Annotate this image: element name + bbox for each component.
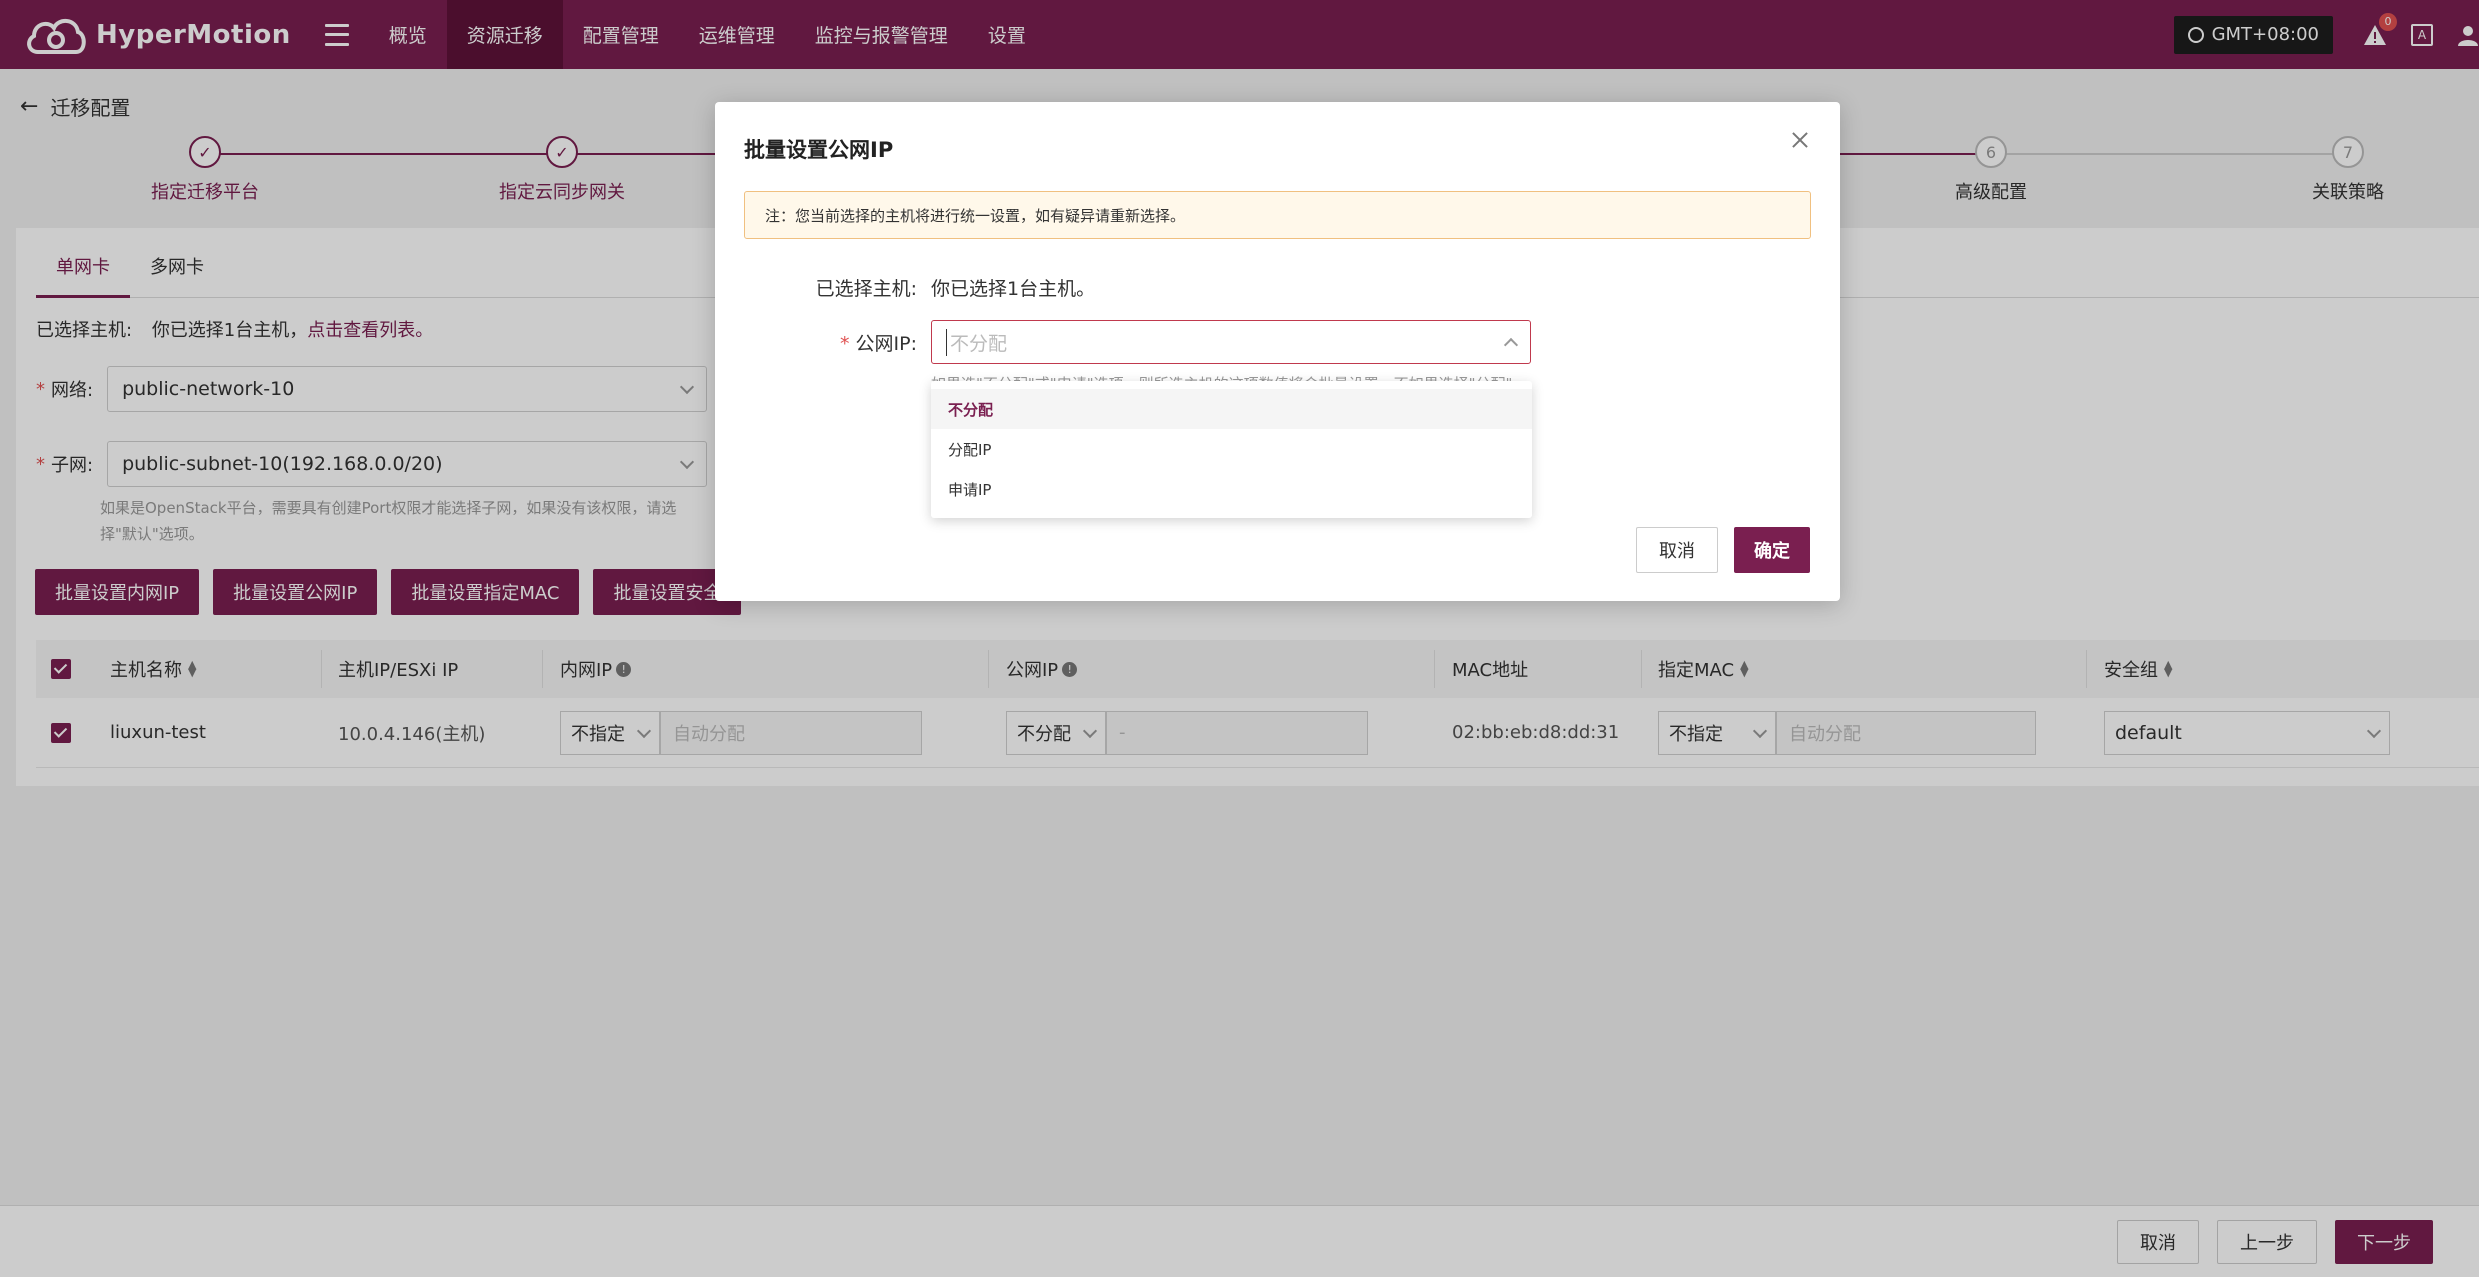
option-no-assign[interactable]: 不分配 (931, 389, 1532, 429)
public-ip-placeholder: 不分配 (946, 328, 1007, 356)
notice-banner: 注：您当前选择的主机将进行统一设置，如有疑异请重新选择。 (744, 191, 1811, 239)
dialog-cancel-button[interactable]: 取消 (1636, 527, 1718, 573)
public-ip-select[interactable]: 不分配 (931, 320, 1531, 364)
chevron-up-icon (1503, 337, 1519, 353)
dialog-confirm-button[interactable]: 确定 (1734, 527, 1810, 573)
dialog-selected-hosts-value: 你已选择1台主机。 (931, 278, 1096, 300)
public-ip-dropdown: 不分配 分配IP 申请IP (931, 381, 1532, 518)
dialog-actions: 取消 确定 (1636, 527, 1810, 573)
option-assign-ip[interactable]: 分配IP (931, 429, 1532, 469)
option-apply-ip[interactable]: 申请IP (931, 469, 1532, 509)
batch-public-ip-dialog: 批量设置公网IP 注：您当前选择的主机将进行统一设置，如有疑异请重新选择。 已选… (715, 102, 1840, 601)
dialog-selected-hosts-row: 已选择主机: 你已选择1台主机。 (715, 274, 1096, 301)
dialog-title: 批量设置公网IP (744, 138, 894, 162)
dialog-selected-hosts-label: 已选择主机: (815, 278, 917, 300)
close-icon[interactable] (1790, 130, 1810, 150)
dialog-public-ip-label: 公网IP: (855, 332, 917, 355)
dialog-public-ip-row: * 公网IP: 不分配 (715, 320, 1531, 364)
